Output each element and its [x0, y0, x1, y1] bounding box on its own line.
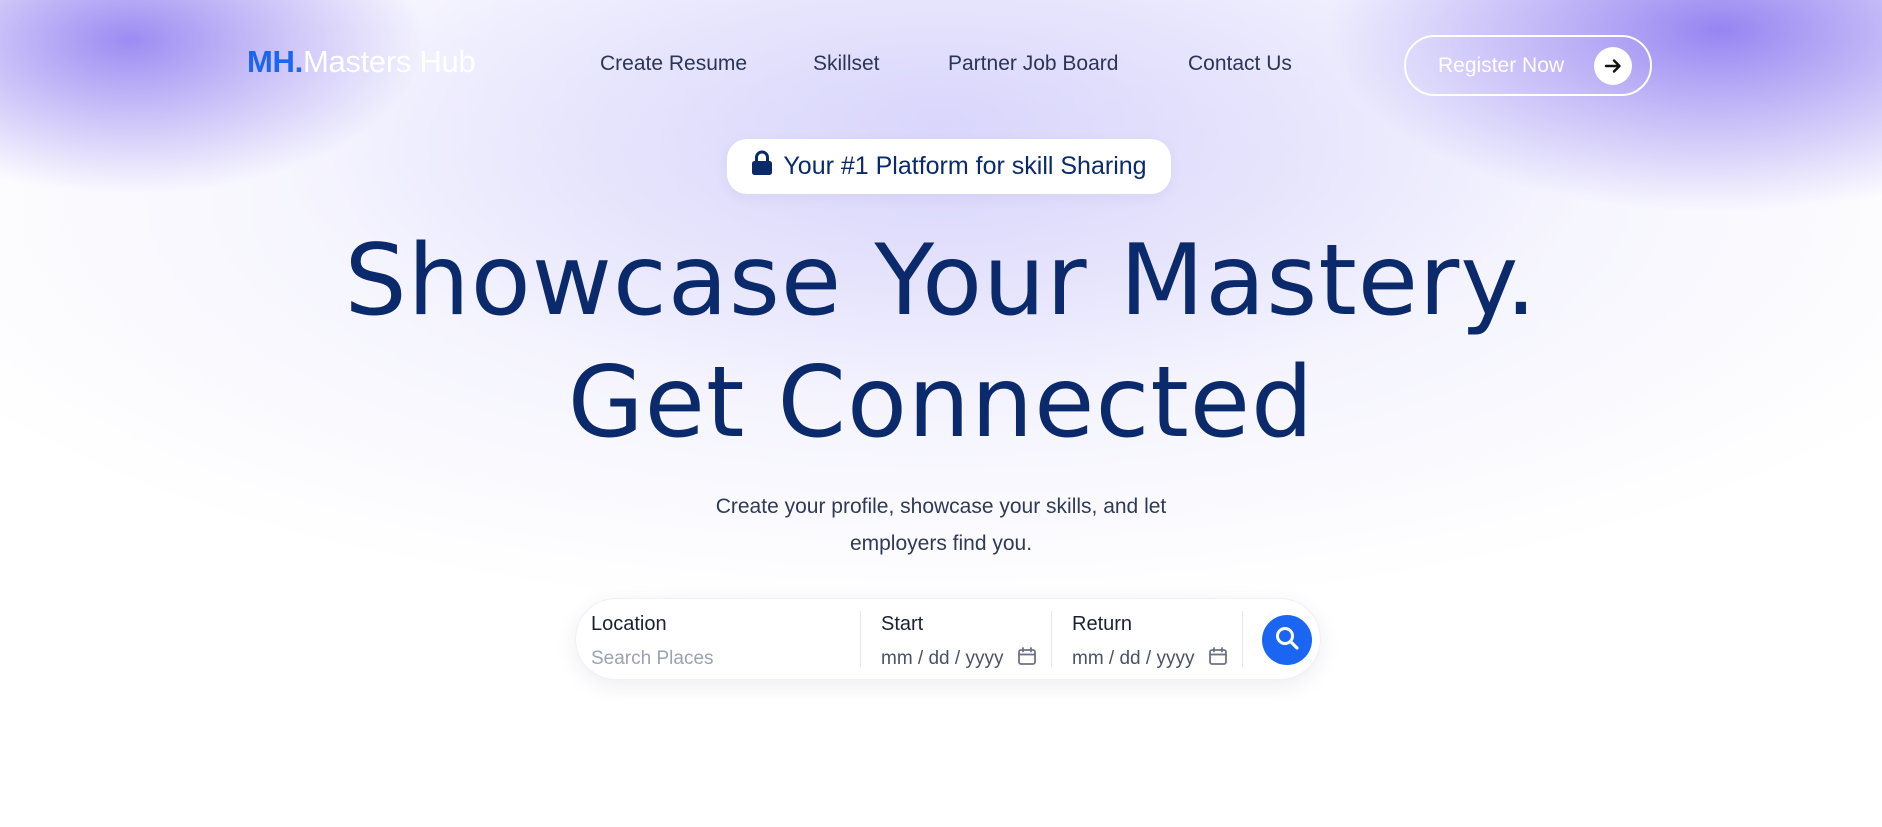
search-button[interactable] [1262, 615, 1312, 665]
location-label: Location [591, 613, 667, 635]
start-date-field: Start mm / dd / yyyy [881, 613, 1037, 671]
platform-badge-text: Your #1 Platform for skill Sharing [783, 152, 1147, 180]
return-date-field: Return mm / dd / yyyy [1072, 613, 1228, 671]
location-input[interactable] [591, 648, 841, 670]
calendar-icon[interactable] [1017, 646, 1037, 671]
hero-headline-line1: Showcase Your Mastery. [344, 224, 1538, 338]
landing-page: MH.Masters Hub Create Resume Skillset Pa… [0, 0, 1882, 827]
return-date-value: mm / dd / yyyy [1072, 647, 1195, 669]
register-now-label: Register Now [1438, 53, 1565, 77]
start-label: Start [881, 613, 924, 635]
logo-text: Masters Hub [302, 44, 476, 79]
search-bar: Location Start mm / dd / yyyy Return [575, 598, 1321, 680]
hero-headline-line2: Get Connected [567, 346, 1315, 460]
hero-subtitle: Create your profile, showcase your skill… [691, 488, 1191, 562]
platform-badge: Your #1 Platform for skill Sharing [727, 139, 1171, 194]
start-date-input[interactable]: mm / dd / yyyy [881, 646, 1037, 671]
location-field: Location [591, 613, 841, 670]
return-date-input[interactable]: mm / dd / yyyy [1072, 646, 1228, 671]
register-now-button[interactable]: Register Now [1404, 35, 1652, 96]
logo-mark: MH. [247, 44, 303, 79]
nav-link-contact-us[interactable]: Contact Us [1188, 52, 1292, 76]
return-label: Return [1072, 613, 1133, 635]
hero-subtitle-line2: employers find you. [849, 532, 1033, 555]
hero-subtitle-line1: Create your profile, showcase your skill… [715, 495, 1167, 518]
search-divider [1242, 611, 1243, 667]
search-icon [1274, 625, 1300, 656]
start-date-value: mm / dd / yyyy [881, 647, 1004, 669]
search-divider [860, 611, 861, 667]
nav-link-skillset[interactable]: Skillset [813, 52, 880, 76]
search-divider [1051, 611, 1052, 667]
nav-link-partner-job-board[interactable]: Partner Job Board [948, 52, 1118, 76]
lock-icon [751, 150, 773, 183]
nav-link-create-resume[interactable]: Create Resume [600, 52, 747, 76]
arrow-right-icon [1594, 47, 1632, 85]
site-logo[interactable]: MH.Masters Hub [247, 44, 476, 80]
calendar-icon[interactable] [1208, 646, 1228, 671]
